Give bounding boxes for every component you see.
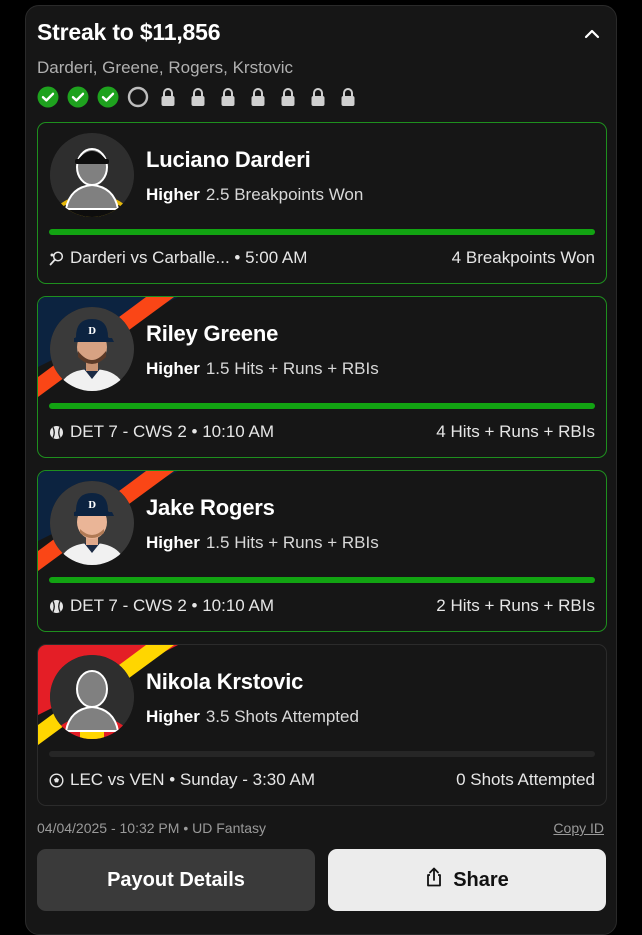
- avatar: D: [50, 481, 134, 565]
- baseball-icon: [49, 599, 64, 614]
- pick-card-greene[interactable]: D Riley Greene Higher 1.5 Hits + Runs + R…: [37, 296, 607, 458]
- pick-meta: DET 7 - CWS 2 • 10:10 AM 2 Hits + Runs +…: [49, 596, 595, 616]
- pick-stat: 1.5 Hits + Runs + RBIs: [205, 359, 379, 378]
- pick-card-rogers[interactable]: D Jake Rogers Higher 1.5 Hits + Runs + RB…: [37, 470, 607, 632]
- lock-icon: [187, 86, 209, 108]
- avatar: [50, 133, 134, 217]
- actual-result: 0 Shots Attempted: [456, 770, 595, 789]
- soccer-icon: [49, 772, 64, 788]
- result-progress-bar: [49, 229, 595, 235]
- result-progress-fill: [49, 403, 595, 409]
- share-icon: [425, 867, 443, 893]
- streak-panel: Streak to $11,856 Darderi, Greene, Roger…: [25, 5, 617, 935]
- payout-details-label: Payout Details: [107, 868, 245, 891]
- pick-direction: Higher: [146, 707, 200, 726]
- pick-direction: Higher: [146, 185, 200, 204]
- check-icon: [37, 86, 59, 108]
- entry-timestamp: 04/04/2025 - 10:32 PM • UD Fantasy: [37, 820, 267, 836]
- share-label: Share: [453, 868, 509, 891]
- svg-text:D: D: [88, 501, 96, 511]
- pick-direction: Higher: [146, 359, 200, 378]
- lock-icon: [157, 86, 179, 108]
- pick-line: Higher 2.5 Breakpoints Won: [146, 185, 363, 205]
- actual-result: 4 Hits + Runs + RBIs: [436, 422, 595, 441]
- chevron-up-icon[interactable]: [580, 22, 604, 46]
- pending-circle-icon: [127, 86, 149, 108]
- pick-card-darderi[interactable]: Luciano Darderi Higher 2.5 Breakpoints Wo…: [37, 122, 607, 284]
- match-info: DET 7 - CWS 2 • 10:10 AM: [70, 422, 275, 441]
- result-progress-fill: [49, 229, 595, 235]
- lock-icon: [337, 86, 359, 108]
- result-progress-bar: [49, 403, 595, 409]
- actual-result: 4 Breakpoints Won: [451, 248, 595, 267]
- player-name: Riley Greene: [146, 321, 279, 346]
- pick-meta: Darderi vs Carballe... • 5:00 AM 4 Break…: [49, 248, 595, 268]
- avatar: D: [50, 307, 134, 391]
- pick-line: Higher 1.5 Hits + Runs + RBIs: [146, 359, 379, 379]
- check-icon: [67, 86, 89, 108]
- copy-id-link[interactable]: Copy ID: [553, 820, 604, 836]
- pick-stat: 3.5 Shots Attempted: [205, 707, 359, 726]
- pick-line: Higher 3.5 Shots Attempted: [146, 707, 359, 727]
- lock-icon: [217, 86, 239, 108]
- avatar: [50, 655, 134, 739]
- match-info: LEC vs VEN • Sunday - 3:30 AM: [70, 770, 316, 789]
- pick-stat: 2.5 Breakpoints Won: [205, 185, 364, 204]
- baseball-icon: [49, 425, 64, 440]
- result-progress-bar: [49, 751, 595, 757]
- streak-progress: [37, 86, 359, 108]
- actual-result: 2 Hits + Runs + RBIs: [436, 596, 595, 615]
- pick-card-krstovic[interactable]: Nikola Krstovic Higher 3.5 Shots Attempte…: [37, 644, 607, 806]
- player-name: Luciano Darderi: [146, 147, 311, 172]
- match-info: Darderi vs Carballe... • 5:00 AM: [70, 248, 308, 267]
- pick-line: Higher 1.5 Hits + Runs + RBIs: [146, 533, 379, 553]
- streak-title: Streak to $11,856: [37, 19, 221, 45]
- player-name: Nikola Krstovic: [146, 669, 304, 694]
- result-progress-fill: [49, 577, 595, 583]
- streak-players: Darderi, Greene, Rogers, Krstovic: [37, 58, 294, 77]
- result-progress-bar: [49, 577, 595, 583]
- pick-meta: DET 7 - CWS 2 • 10:10 AM 4 Hits + Runs +…: [49, 422, 595, 442]
- pick-direction: Higher: [146, 533, 200, 552]
- check-icon: [97, 86, 119, 108]
- payout-details-button[interactable]: Payout Details: [37, 849, 315, 911]
- pick-stat: 1.5 Hits + Runs + RBIs: [205, 533, 379, 552]
- lock-icon: [307, 86, 329, 108]
- lock-icon: [247, 86, 269, 108]
- svg-text:D: D: [88, 327, 96, 337]
- lock-icon: [277, 86, 299, 108]
- match-info: DET 7 - CWS 2 • 10:10 AM: [70, 596, 275, 615]
- tennis-icon: [49, 250, 64, 266]
- share-button[interactable]: Share: [328, 849, 606, 911]
- player-name: Jake Rogers: [146, 495, 275, 520]
- pick-meta: LEC vs VEN • Sunday - 3:30 AM 0 Shots At…: [49, 770, 595, 790]
